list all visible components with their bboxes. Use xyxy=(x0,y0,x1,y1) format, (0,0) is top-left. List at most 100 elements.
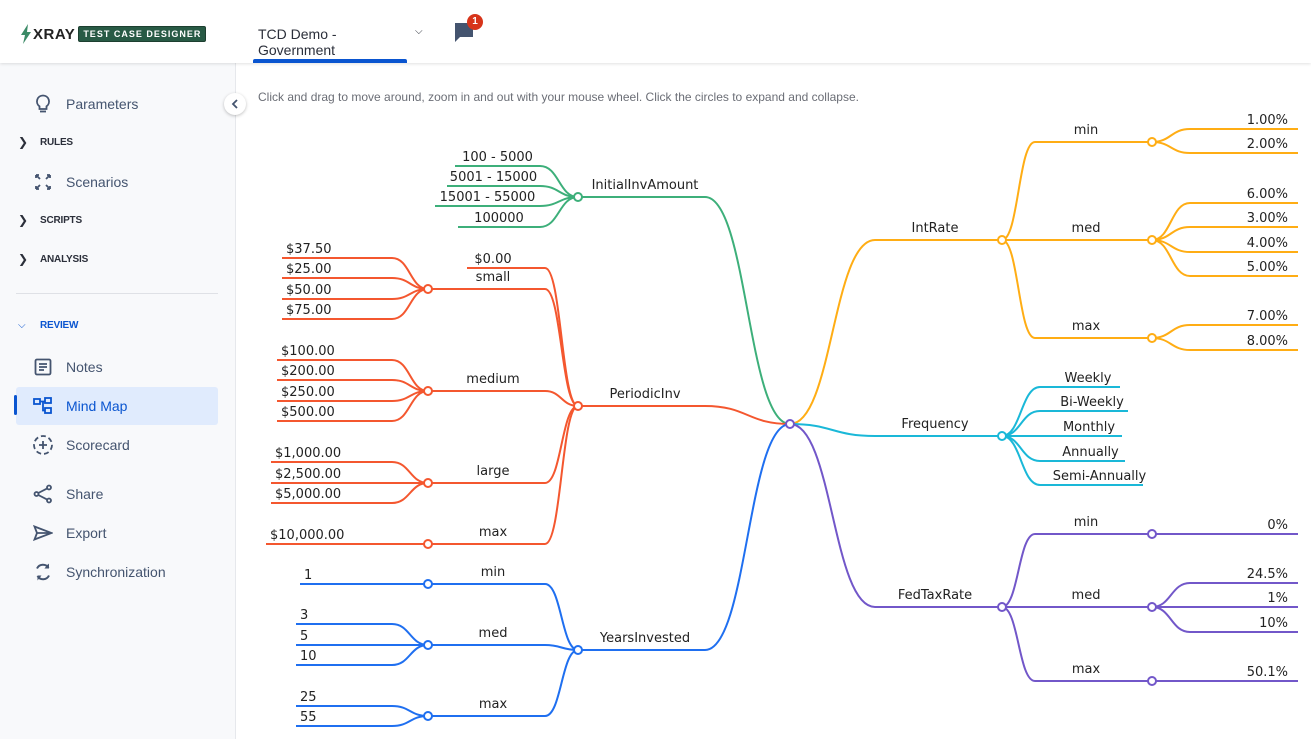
leaf-link xyxy=(544,267,579,407)
branch-label: Frequency xyxy=(901,417,968,432)
branch-node[interactable] xyxy=(573,192,583,202)
sub-node[interactable] xyxy=(423,386,433,396)
branch-node[interactable] xyxy=(997,431,1007,441)
leaf-label: 2.00% xyxy=(1247,137,1288,152)
branch-node[interactable] xyxy=(573,401,583,411)
leaf-label: 4.00% xyxy=(1247,236,1288,251)
logo[interactable]: XRAY TEST CASE DESIGNER xyxy=(20,24,207,44)
notifications-button[interactable]: 1 xyxy=(454,14,483,44)
leaf-label: 7.00% xyxy=(1247,309,1288,324)
leaf-label: 25 xyxy=(300,690,317,705)
leaf-link xyxy=(391,715,429,727)
notification-badge: 1 xyxy=(467,14,483,30)
leaf-label: $500.00 xyxy=(281,405,335,420)
mind-map-canvas[interactable]: InitialInvAmount100 - 50005001 - 1500015… xyxy=(0,0,1311,739)
leaf-label: 15001 - 55000 xyxy=(440,190,536,205)
branch-link xyxy=(789,423,876,608)
leaf-label: 10 xyxy=(300,649,317,664)
root-node[interactable] xyxy=(785,419,795,429)
leaf-link xyxy=(391,705,429,717)
chevron-left-icon xyxy=(231,99,238,109)
sub-link xyxy=(544,288,579,407)
branch-label: FedTaxRate xyxy=(898,588,972,603)
leaf-label: 100 - 5000 xyxy=(462,150,533,165)
leaf-label: $250.00 xyxy=(281,385,335,400)
leaf-label: 55 xyxy=(300,710,317,725)
branch-node[interactable] xyxy=(573,645,583,655)
sub-label: min xyxy=(1074,515,1099,530)
sub-node[interactable] xyxy=(1147,602,1157,612)
leaf-link xyxy=(1151,582,1191,608)
sub-link xyxy=(544,649,579,717)
sub-link xyxy=(1001,239,1036,339)
branch-label: IntRate xyxy=(912,221,959,236)
sub-label: max xyxy=(479,525,508,540)
sub-label: med xyxy=(1072,588,1101,603)
branch-link xyxy=(704,196,791,425)
sub-label: max xyxy=(1072,662,1101,677)
sub-link xyxy=(544,405,579,545)
sub-node[interactable] xyxy=(423,478,433,488)
leaf-label: Bi-Weekly xyxy=(1060,395,1124,410)
sub-label: large xyxy=(477,464,510,479)
sub-label: min xyxy=(1074,123,1099,138)
leaf-label: Weekly xyxy=(1065,371,1112,386)
leaf-link xyxy=(1151,141,1191,154)
leaf-label: 8.00% xyxy=(1247,334,1288,349)
branch-label: InitialInvAmount xyxy=(592,178,699,193)
leaf-label: 5001 - 15000 xyxy=(450,170,537,185)
sub-node[interactable] xyxy=(1147,529,1157,539)
leaf-label: 3 xyxy=(300,608,308,623)
leaf-label: 50.1% xyxy=(1247,665,1288,680)
leaf-label: $10,000.00 xyxy=(270,528,344,543)
sub-node[interactable] xyxy=(423,539,433,549)
leaf-link xyxy=(391,482,429,504)
leaf-link xyxy=(1151,324,1191,339)
leaf-label: 5 xyxy=(300,629,308,644)
sub-node[interactable] xyxy=(423,284,433,294)
collapse-sidebar-button[interactable] xyxy=(224,93,246,115)
project-selector-tab[interactable]: TCD Demo - Government ⌵ xyxy=(253,0,423,63)
branch-link xyxy=(704,423,791,651)
branch-node[interactable] xyxy=(997,235,1007,245)
sub-label: max xyxy=(479,697,508,712)
sub-node[interactable] xyxy=(1147,333,1157,343)
leaf-label: $100.00 xyxy=(281,344,335,359)
leaf-label: 24.5% xyxy=(1247,567,1288,582)
leaf-link xyxy=(1001,435,1041,462)
sub-node[interactable] xyxy=(423,579,433,589)
leaf-label: $37.50 xyxy=(286,242,332,257)
leaf-label: 100000 xyxy=(474,211,524,226)
project-name: TCD Demo - Government xyxy=(258,26,337,58)
sub-label: max xyxy=(1072,319,1101,334)
leaf-link xyxy=(391,461,429,484)
sub-link xyxy=(1001,606,1036,682)
leaf-label: 0% xyxy=(1267,518,1288,533)
leaf-link xyxy=(1001,410,1041,437)
active-tab-indicator xyxy=(253,59,407,63)
leaf-label: $25.00 xyxy=(286,262,332,277)
sub-node[interactable] xyxy=(1147,137,1157,147)
sub-node[interactable] xyxy=(1147,676,1157,686)
branch-link xyxy=(789,239,876,425)
sub-label: med xyxy=(479,626,508,641)
leaf-label: $5,000.00 xyxy=(275,487,341,502)
sub-label: small xyxy=(476,270,511,285)
leaf-label: $50.00 xyxy=(286,283,332,298)
branch-node[interactable] xyxy=(997,602,1007,612)
leaf-label: Semi-Annually xyxy=(1053,469,1147,484)
sub-node[interactable] xyxy=(1147,235,1157,245)
leaf-label: $2,500.00 xyxy=(275,467,341,482)
sub-node[interactable] xyxy=(423,711,433,721)
sub-label: med xyxy=(1072,221,1101,236)
leaf-link xyxy=(391,623,429,646)
branch-label: YearsInvested xyxy=(599,631,690,646)
sub-link xyxy=(544,390,579,407)
leaf-label: 1.00% xyxy=(1247,113,1288,128)
sub-link xyxy=(1001,533,1036,608)
sub-label: min xyxy=(481,565,506,580)
leaf-link xyxy=(391,644,429,666)
sub-node[interactable] xyxy=(423,640,433,650)
sub-link xyxy=(544,583,579,651)
leaf-link xyxy=(1151,337,1191,351)
